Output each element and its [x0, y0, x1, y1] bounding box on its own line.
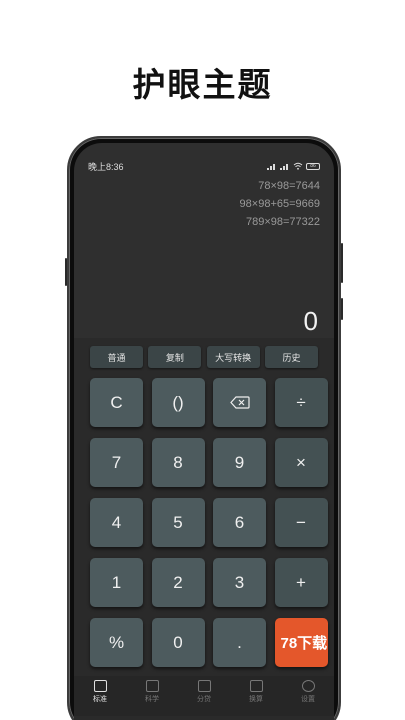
history-item[interactable]: 78×98=7644: [240, 177, 320, 195]
chart-icon: [197, 680, 211, 692]
wifi-icon: [293, 162, 303, 170]
phone-frame: 晚上8:36 86 78×98=7644 98×98+65=9669 789×9: [65, 136, 343, 720]
tab-label: 科学: [145, 696, 159, 703]
signal-icon: [280, 163, 290, 170]
tab-loan[interactable]: 分贷: [184, 676, 224, 716]
headline: 护眼主题: [132, 65, 273, 104]
digit-2-button[interactable]: 2: [151, 558, 205, 607]
clear-button[interactable]: C: [90, 378, 143, 427]
function-row: 普通 复制 大写转换 历史: [90, 346, 318, 368]
multiply-button[interactable]: ×: [274, 438, 328, 487]
digit-7-button[interactable]: 7: [90, 438, 143, 487]
convert-icon: [249, 680, 263, 692]
calculator-icon: [93, 680, 107, 692]
equals-button[interactable]: 78下载: [274, 618, 328, 667]
digit-4-button[interactable]: 4: [90, 498, 143, 547]
bottom-tab-bar: 标准 科学 分贷 换算 设置: [74, 676, 334, 716]
keypad: C () ÷ 7 8 9 × 4 5 6 − 1 2 3 + % 0 . 78下…: [90, 378, 328, 667]
status-bar: 晚上8:36 86: [88, 159, 320, 173]
tab-label: 换算: [249, 696, 263, 703]
tab-convert[interactable]: 换算: [236, 676, 276, 716]
digit-3-button[interactable]: 3: [213, 558, 266, 607]
digit-8-button[interactable]: 8: [151, 438, 205, 487]
signal-icon: [267, 163, 277, 170]
tab-label: 设置: [301, 696, 315, 703]
side-button: [341, 298, 343, 320]
tab-label: 分贷: [197, 696, 211, 703]
divide-button[interactable]: ÷: [274, 378, 328, 427]
volume-button: [65, 258, 67, 286]
digit-5-button[interactable]: 5: [151, 498, 205, 547]
history-list: 78×98=7644 98×98+65=9669 789×98=77322: [240, 177, 320, 231]
power-button: [341, 243, 343, 283]
minus-button[interactable]: −: [274, 498, 328, 547]
digit-0-button[interactable]: 0: [151, 618, 205, 667]
history-item[interactable]: 98×98+65=9669: [240, 195, 320, 213]
tab-label: 标准: [93, 696, 107, 703]
result-display: 0: [303, 306, 318, 336]
decimal-button[interactable]: .: [213, 618, 266, 667]
history-item[interactable]: 789×98=77322: [240, 213, 320, 231]
percent-button[interactable]: %: [90, 618, 143, 667]
history-button[interactable]: 历史: [264, 346, 318, 368]
battery-icon: 86: [306, 162, 320, 170]
tab-scientific[interactable]: 科学: [132, 676, 172, 716]
normal-mode-button[interactable]: 普通: [90, 346, 143, 368]
uppercase-convert-button[interactable]: 大写转换: [206, 346, 260, 368]
digit-6-button[interactable]: 6: [213, 498, 266, 547]
tab-settings[interactable]: 设置: [288, 676, 328, 716]
scientific-icon: [145, 680, 159, 692]
digit-9-button[interactable]: 9: [213, 438, 266, 487]
tab-standard[interactable]: 标准: [80, 676, 120, 716]
digit-1-button[interactable]: 1: [90, 558, 143, 607]
gear-icon: [301, 680, 315, 692]
phone-screen: 晚上8:36 86 78×98=7644 98×98+65=9669 789×9: [74, 143, 334, 720]
backspace-icon: [229, 396, 250, 409]
backspace-button[interactable]: [213, 378, 266, 427]
status-icons: 86: [267, 162, 320, 170]
plus-button[interactable]: +: [274, 558, 328, 607]
parentheses-button[interactable]: (): [151, 378, 205, 427]
status-time: 晚上8:36: [88, 161, 124, 172]
copy-button[interactable]: 复制: [148, 346, 202, 368]
